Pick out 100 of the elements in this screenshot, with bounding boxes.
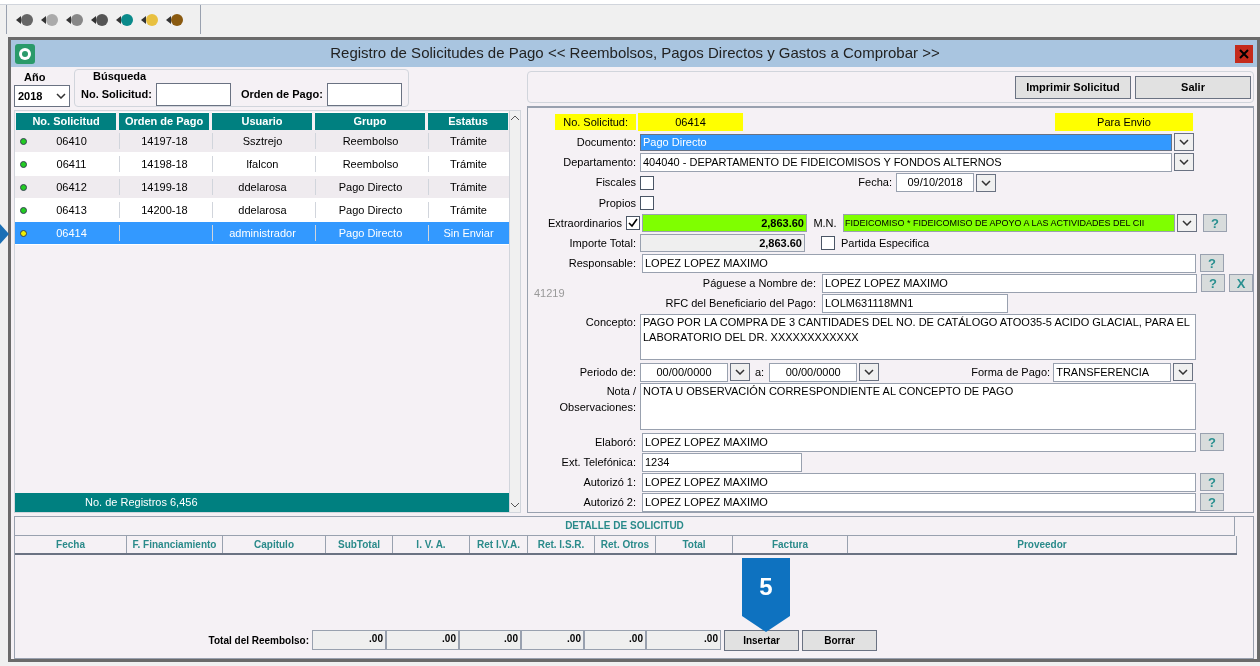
table-cell-text: Ssztrejo: [242, 133, 283, 149]
column-header[interactable]: Fecha: [15, 536, 127, 553]
concept-textarea[interactable]: PAGO POR LA COMPRA DE 3 CANTIDADES DEL NO. DE CATÁLOGO ATOO35-5 ACIDO GLACIAL, PARA EL LABORATORIO DEL DR. XXXXXXXXXXXX: [640, 314, 1196, 360]
table-cell-text: Pago Directo: [338, 179, 403, 195]
text-field[interactable]: LOPEZ LOPEZ MAXIMO: [642, 472, 1196, 492]
column-header[interactable]: I. V. A.: [393, 536, 470, 553]
action-button[interactable]: Salir: [1135, 75, 1251, 99]
dropdown-button[interactable]: [1173, 363, 1194, 381]
table-cell-text: ddelarosa: [238, 179, 287, 195]
table-cell-text: 14197-18: [141, 133, 188, 149]
checkbox-label: Partida Especifica: [841, 235, 930, 251]
department-select[interactable]: 404040 - DEPARTAMENTO DE FIDEICOMISOS Y FONDOS ALTERNOS: [640, 152, 1172, 172]
table-cell-text: 06410: [55, 133, 88, 149]
pointer-arrow-icon: [0, 224, 9, 244]
field-label: Forma de Pago:: [971, 364, 1052, 380]
text-field[interactable]: LOPEZ LOPEZ MAXIMO: [642, 432, 1196, 452]
table-cell-text: 06413: [55, 202, 88, 218]
checkbox[interactable]: [640, 175, 654, 190]
dropdown-button[interactable]: [859, 363, 880, 381]
dropdown-button[interactable]: [976, 173, 996, 192]
field-label: Responsable:: [567, 255, 637, 271]
column-header[interactable]: Orden de Pago: [119, 112, 209, 130]
year-select[interactable]: 2018: [14, 85, 70, 107]
input-field[interactable]: [326, 83, 402, 106]
field-label: Concepto:: [584, 315, 637, 330]
table-row[interactable]: 06412 14199-18 ddelarosa Pago Directo Trámite: [15, 176, 509, 199]
checkbox[interactable]: [640, 196, 654, 210]
input-field[interactable]: [155, 83, 231, 106]
total-field: .00: [386, 630, 459, 650]
status-field: Para Envio: [1055, 113, 1193, 131]
scrollbar[interactable]: [509, 111, 520, 512]
table-row[interactable]: 06411 14198-18 lfalcon Reembolso Trámite: [15, 153, 509, 176]
column-header[interactable]: Ret I.V.A.: [470, 536, 528, 553]
field-label: Importe Total:: [568, 235, 637, 251]
dropdown-button[interactable]: [1174, 133, 1194, 151]
table-cell-text: Trámite: [450, 156, 487, 172]
field-label: a:: [754, 364, 766, 380]
text-field[interactable]: LOLM631118MN1: [822, 293, 1008, 313]
close-button[interactable]: [1235, 44, 1253, 63]
request-number-field: 06414: [638, 113, 743, 131]
text-field[interactable]: LOPEZ LOPEZ MAXIMO: [822, 273, 1197, 293]
checkbox[interactable]: [821, 236, 835, 250]
window-title: Registro de Solicitudes de Pago << Reembolsos, Pagos Directos y Gastos a Comprobar >>: [329, 43, 941, 64]
chevron-icon: [864, 369, 875, 375]
detail-title: DETALLE DE SOLICITUD: [15, 517, 1235, 536]
detail-button[interactable]: Insertar: [724, 629, 799, 651]
table-cell-text: 14200-18: [141, 202, 188, 218]
chevron-icon: [56, 93, 66, 99]
field-label: Fiscales: [594, 175, 637, 191]
column-header[interactable]: Estatus: [428, 112, 508, 130]
action-button[interactable]: Imprimir Solicitud: [1015, 75, 1131, 99]
record-count-bar: No. de Registros 6,456: [15, 493, 509, 512]
total-field: .00: [459, 630, 521, 650]
amount-field[interactable]: 2,863.60: [642, 214, 807, 232]
field-label: Ext. Telefónica:: [560, 454, 637, 470]
checkbox[interactable]: [626, 216, 640, 230]
total-label: Total del Reembolso:: [207, 633, 310, 648]
field-label: Autorizó 1:: [582, 474, 637, 490]
dropdown-button[interactable]: [1174, 153, 1194, 171]
date-field[interactable]: 09/10/2018: [896, 173, 974, 192]
column-header[interactable]: Usuario: [212, 112, 312, 130]
total-field: .00: [646, 630, 721, 650]
date-field[interactable]: 00/00/0000: [769, 362, 858, 382]
column-header[interactable]: SubTotal: [326, 536, 393, 553]
date-field[interactable]: 00/00/0000: [640, 362, 728, 382]
table-cell-text: Trámite: [450, 202, 487, 218]
notes-textarea[interactable]: NOTA U OBSERVACIÓN CORRESPONDIENTE AL CONCEPTO DE PAGO: [640, 383, 1196, 430]
table-cell-text: lfalcon: [246, 156, 279, 172]
table-cell-text: 06412: [55, 179, 88, 195]
field-label: Fecha:: [857, 175, 893, 191]
close-icon: [1239, 48, 1249, 59]
text-field[interactable]: 1234: [642, 452, 802, 472]
table-cell-text: 14198-18: [141, 156, 188, 172]
table-cell-text: Sin Enviar: [443, 225, 494, 241]
column-header[interactable]: Proveedor: [848, 536, 1237, 553]
column-header[interactable]: Capitulo: [223, 536, 326, 553]
fund-select[interactable]: FIDEICOMISO * FIDEICOMISO DE APOYO A LAS ACTIVIDADES DEL CII: [843, 214, 1175, 232]
table-cell-text: Reembolso: [342, 133, 399, 149]
payment-method-select[interactable]: TRANSFERENCIA: [1053, 362, 1172, 382]
column-header[interactable]: Ret. Otros: [595, 536, 656, 553]
field-label: Propios: [597, 195, 637, 211]
chevron-icon: [735, 369, 745, 375]
table-cell-text: Pago Directo: [338, 202, 403, 218]
text-field[interactable]: LOPEZ LOPEZ MAXIMO: [642, 253, 1196, 273]
field-label: Extraordinarios: [547, 215, 623, 231]
year-label: Año: [23, 71, 47, 83]
dropdown-button[interactable]: [1177, 214, 1197, 232]
text-field[interactable]: LOPEZ LOPEZ MAXIMO: [642, 492, 1196, 512]
column-header[interactable]: Grupo: [315, 112, 425, 130]
table-row[interactable]: 06410 14197-18 Ssztrejo Reembolso Trámite: [15, 130, 509, 153]
currency-label: M.N.: [812, 215, 838, 231]
column-header[interactable]: Ret. I.S.R.: [528, 536, 595, 553]
dropdown-button[interactable]: [730, 363, 750, 381]
detail-button[interactable]: Borrar: [802, 629, 877, 651]
column-header[interactable]: Factura: [733, 536, 848, 553]
column-header[interactable]: F. Financiamiento: [127, 536, 223, 553]
column-header[interactable]: No. Solicitud: [16, 112, 116, 130]
chevron-icon: [1182, 220, 1192, 226]
table-row[interactable]: 06413 14200-18 ddelarosa Pago Directo Trámite: [15, 199, 509, 222]
column-header[interactable]: Total: [656, 536, 733, 553]
